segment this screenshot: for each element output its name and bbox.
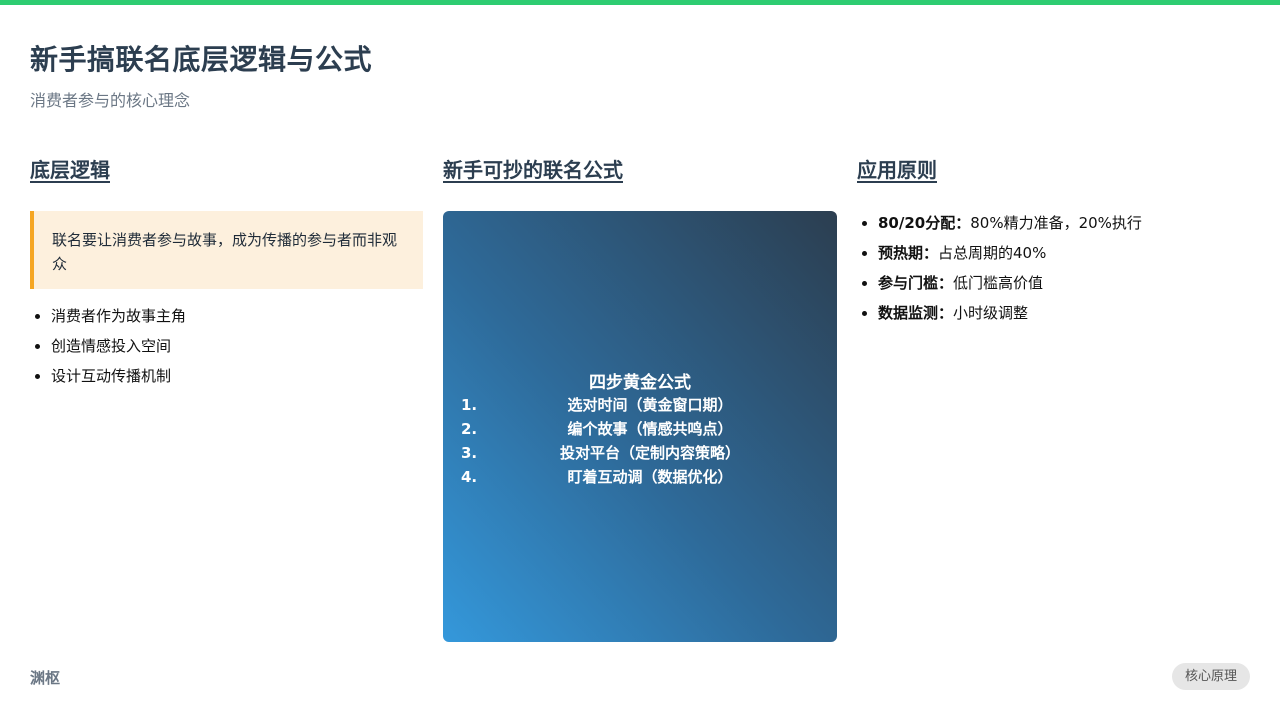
- footer-badge: 核心原理: [1172, 663, 1250, 690]
- formula-step: 3. 投对平台（定制内容策略）: [461, 442, 837, 466]
- principle-text: 占总周期的40%: [938, 244, 1047, 262]
- logic-bullet-list: 消费者作为故事主角 创造情感投入空间 设计互动传播机制: [51, 305, 186, 395]
- footer-brand: 渊枢: [30, 669, 61, 687]
- step-text: 编个故事（情感共鸣点）: [567, 420, 733, 438]
- logic-callout: 联名要让消费者参与故事，成为传播的参与者而非观众: [30, 211, 423, 289]
- list-item: 消费者作为故事主角: [51, 305, 186, 335]
- formula-step: 4. 盯着互动调（数据优化）: [461, 466, 837, 490]
- page-title: 新手搞联名底层逻辑与公式: [30, 43, 373, 76]
- page-subtitle: 消费者参与的核心理念: [30, 91, 191, 110]
- list-item: 预热期：占总周期的40%: [878, 242, 1142, 272]
- formula-step: 2. 编个故事（情感共鸣点）: [461, 418, 837, 442]
- step-number: 1.: [461, 396, 478, 414]
- formula-steps-list: 1. 选对时间（黄金窗口期） 2. 编个故事（情感共鸣点） 3. 投对平台（定制…: [461, 394, 837, 490]
- list-item: 参与门槛：低门槛高价值: [878, 272, 1142, 302]
- principle-text: 80%精力准备，20%执行: [970, 214, 1142, 232]
- step-number: 3.: [461, 444, 478, 462]
- list-item: 创造情感投入空间: [51, 335, 186, 365]
- step-text: 选对时间（黄金窗口期）: [567, 396, 733, 414]
- formula-card-title: 四步黄金公式: [589, 373, 691, 393]
- list-item: 数据监测：小时级调整: [878, 302, 1142, 332]
- formula-card: 四步黄金公式 1. 选对时间（黄金窗口期） 2. 编个故事（情感共鸣点） 3. …: [443, 211, 837, 642]
- principle-text: 低门槛高价值: [953, 274, 1044, 292]
- formula-step: 1. 选对时间（黄金窗口期）: [461, 394, 837, 418]
- heading-underlying-logic: 底层逻辑: [30, 158, 110, 182]
- list-item: 设计互动传播机制: [51, 365, 186, 395]
- step-text: 盯着互动调（数据优化）: [567, 468, 733, 486]
- heading-principles: 应用原则: [857, 158, 937, 182]
- principle-label: 参与门槛：: [878, 274, 954, 292]
- heading-formula: 新手可抄的联名公式: [443, 158, 623, 182]
- step-number: 4.: [461, 468, 478, 486]
- slide: 新手搞联名底层逻辑与公式 消费者参与的核心理念 底层逻辑 联名要让消费者参与故事…: [0, 0, 1280, 720]
- principle-label: 80/20分配：: [878, 214, 971, 232]
- principle-label: 数据监测：: [878, 304, 954, 322]
- principle-text: 小时级调整: [953, 304, 1029, 322]
- step-number: 2.: [461, 420, 478, 438]
- step-text: 投对平台（定制内容策略）: [559, 444, 740, 462]
- principle-label: 预热期：: [878, 244, 939, 262]
- top-accent-bar: [0, 0, 1280, 5]
- list-item: 80/20分配：80%精力准备，20%执行: [878, 212, 1142, 242]
- principles-list: 80/20分配：80%精力准备，20%执行 预热期：占总周期的40% 参与门槛：…: [878, 212, 1142, 332]
